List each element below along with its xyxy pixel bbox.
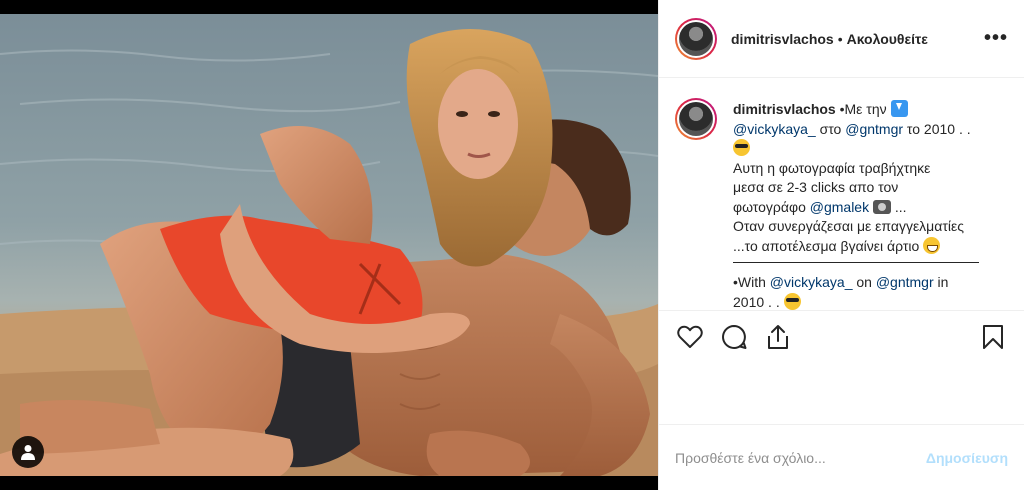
caption-avatar[interactable] xyxy=(675,98,717,140)
avatar-image xyxy=(679,21,713,56)
avatar-border xyxy=(677,100,715,138)
share-icon xyxy=(768,324,788,349)
author-username[interactable]: dimitrisvlachos xyxy=(731,31,834,47)
heart-icon xyxy=(677,325,703,348)
header-separator: • xyxy=(837,30,843,47)
instagram-post: dimitrisvlachos • Ακολουθείτε ••• dimitris… xyxy=(0,0,1024,490)
mention-link[interactable]: @vickykaya_ xyxy=(770,274,853,290)
caption-text: •With xyxy=(733,274,766,290)
bookmark-icon xyxy=(983,324,1003,349)
mention-link[interactable]: @gmalek xyxy=(810,199,869,215)
caption-divider xyxy=(733,262,979,263)
post-photo-illustration xyxy=(0,14,658,476)
caption-text: on xyxy=(856,274,872,290)
add-comment-bar: Δημοσίευση xyxy=(659,424,1024,490)
sunglasses-emoji-icon xyxy=(783,292,801,310)
comments-section: dimitrisvlachos •Με την @vickykaya_ στο … xyxy=(659,78,1024,310)
mention-link[interactable]: @gntmgr xyxy=(845,121,903,137)
user-tag-icon xyxy=(21,445,35,460)
post-photo[interactable] xyxy=(0,14,658,476)
mention-link[interactable]: @vickykaya_ xyxy=(733,121,816,137)
caption-text: ...το αποτέλεσμα βγαίνει άρτιο xyxy=(733,237,920,254)
caption-text: •Με την xyxy=(839,101,887,117)
caption-text: μεσα σε 2-3 clicks απο τον xyxy=(733,179,899,195)
caption-username[interactable]: dimitrisvlachos xyxy=(733,101,836,117)
caption-text: ... xyxy=(894,198,907,215)
post-caption: dimitrisvlachos •Με την @vickykaya_ στο … xyxy=(733,100,991,310)
comment-input[interactable] xyxy=(675,449,926,466)
post-actions xyxy=(659,310,1024,362)
caption-text: 2010 . . xyxy=(733,293,780,310)
like-button[interactable] xyxy=(675,322,705,352)
camera-emoji-icon xyxy=(872,199,891,214)
caption-text: in xyxy=(937,274,949,290)
caption-text: το 2010 . . xyxy=(906,120,971,137)
grinning-emoji-icon xyxy=(923,236,941,254)
sunglasses-emoji-icon xyxy=(733,139,750,156)
caption-text: φωτογράφο xyxy=(733,198,806,215)
save-button[interactable] xyxy=(978,322,1008,352)
avatar-image xyxy=(679,102,713,136)
author-avatar[interactable] xyxy=(675,17,717,60)
comment-button[interactable] xyxy=(719,322,749,352)
user-tag-button[interactable] xyxy=(12,436,44,468)
caption-text: Οταν συνεργάζεσαι με επαγγελματίες xyxy=(733,218,964,234)
comment-icon xyxy=(722,324,747,349)
caption-text: Αυτη η φωτογραφία τραβήχτηκε xyxy=(733,159,931,176)
post-meta-area xyxy=(659,362,1024,424)
post-media xyxy=(0,0,658,490)
post-header: dimitrisvlachos • Ακολουθείτε ••• xyxy=(659,0,1024,78)
post-sidebar: dimitrisvlachos • Ακολουθείτε ••• dimitris… xyxy=(658,0,1024,490)
caption-text: στο xyxy=(819,120,842,137)
avatar-border xyxy=(677,19,715,58)
author-info: dimitrisvlachos • Ακολουθείτε xyxy=(731,31,928,47)
down-arrow-emoji-icon xyxy=(890,100,908,117)
post-comment-button[interactable]: Δημοσίευση xyxy=(926,450,1008,466)
mention-link[interactable]: @gntmgr xyxy=(876,274,934,290)
share-button[interactable] xyxy=(763,322,793,352)
follow-status[interactable]: Ακολουθείτε xyxy=(847,31,928,47)
more-options-icon[interactable]: ••• xyxy=(984,27,1008,50)
